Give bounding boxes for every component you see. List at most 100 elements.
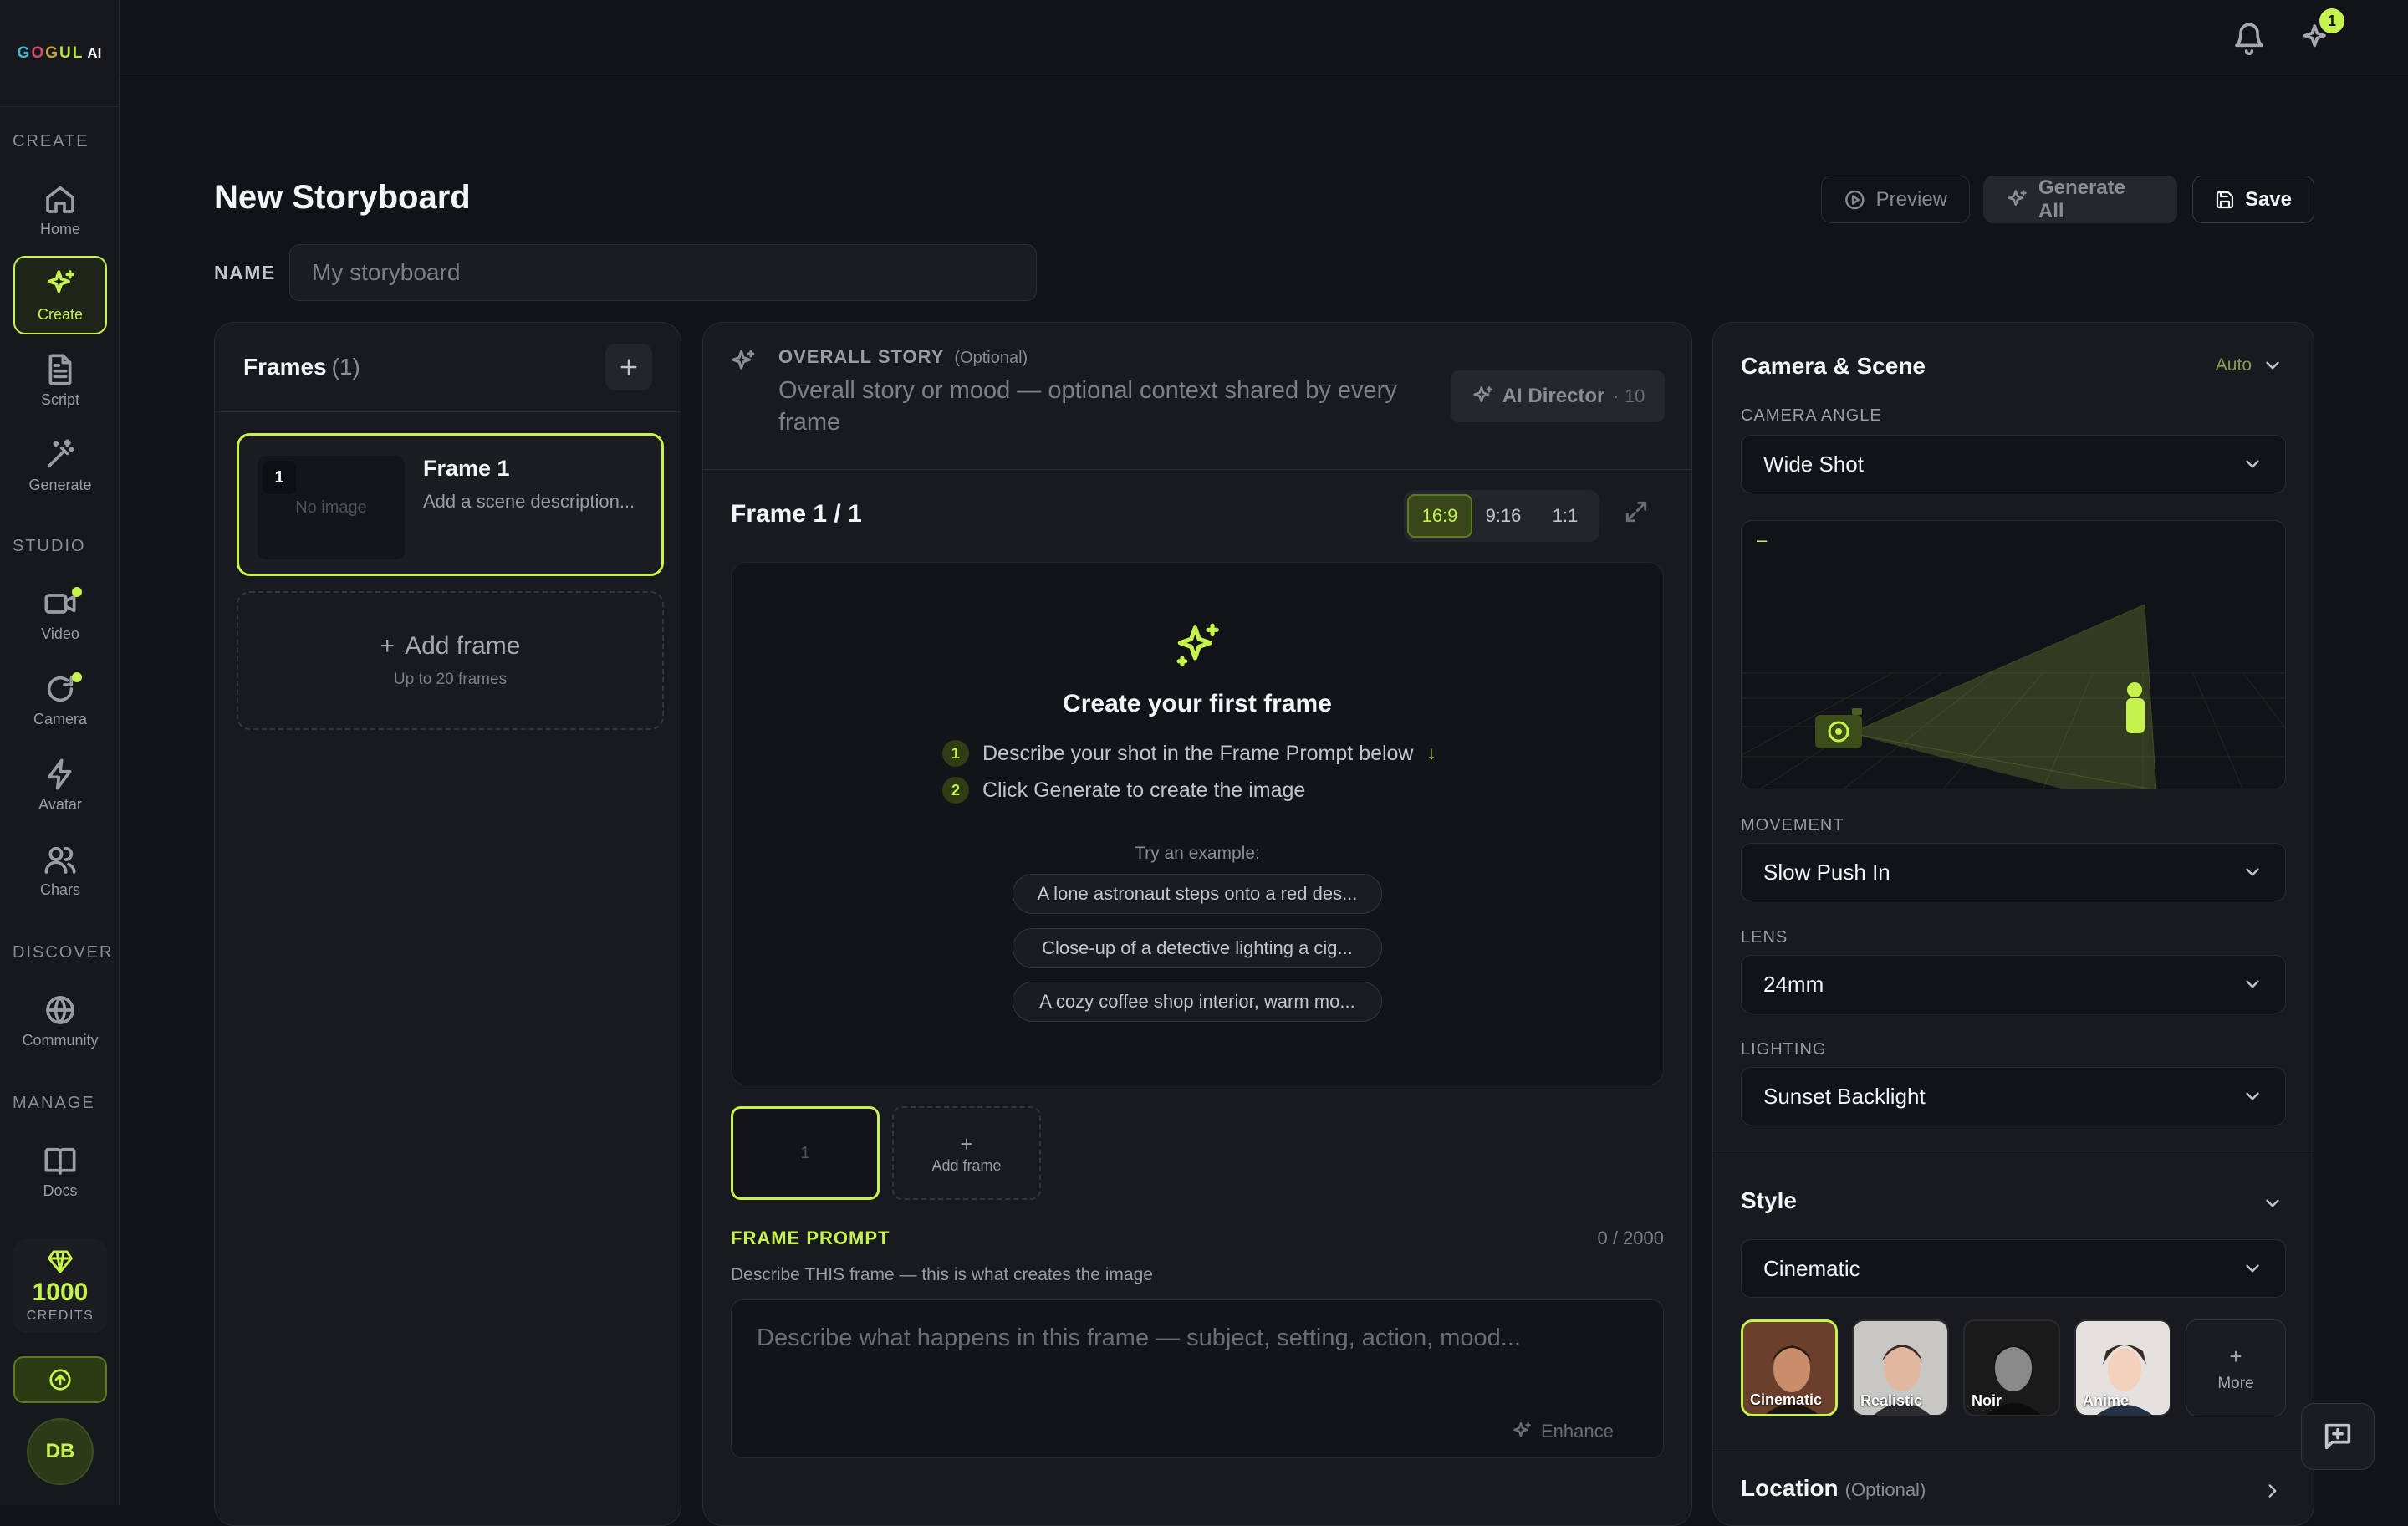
- sidebar-item-community[interactable]: Community: [13, 982, 107, 1060]
- enhance-button[interactable]: Enhance: [1511, 1415, 1614, 1448]
- style-select[interactable]: Cinematic: [1741, 1239, 2286, 1298]
- users-icon: [44, 846, 76, 874]
- sidebar-item-chars[interactable]: Chars: [13, 831, 107, 910]
- feedback-chat-button[interactable]: [2301, 1403, 2375, 1470]
- sidebar-item-docs[interactable]: Docs: [13, 1132, 107, 1211]
- story-optional: (Optional): [954, 349, 1028, 367]
- style-preset-realistic[interactable]: Realistic: [1852, 1319, 1949, 1416]
- sidebar-item-label: Home: [39, 220, 80, 237]
- sidebar-item-label: Create: [37, 305, 84, 323]
- style-preset-cinematic[interactable]: Cinematic: [1741, 1319, 1838, 1416]
- style-more-button[interactable]: + More: [2186, 1319, 2286, 1416]
- ai-director-button[interactable]: AI Director · 10: [1451, 370, 1665, 422]
- step-1: 1 Describe your shot in the Frame Prompt…: [942, 740, 1436, 767]
- frame-card[interactable]: No image 1 Frame 1 Add a scene descripti…: [237, 433, 664, 576]
- ratio-1-1[interactable]: 1:1: [1534, 494, 1596, 538]
- section-manage: MANAGE: [13, 1094, 95, 1112]
- location-expand-toggle[interactable]: [2262, 1480, 2283, 1502]
- camera-auto-toggle[interactable]: Auto: [2216, 355, 2283, 376]
- lens-select[interactable]: 24mm: [1741, 955, 2286, 1013]
- add-frame-dropzone[interactable]: + Add frame Up to 20 frames: [237, 591, 664, 730]
- upgrade-button[interactable]: [13, 1356, 107, 1403]
- ai-updates-button[interactable]: 1: [2299, 8, 2344, 55]
- sparkle-icon: [47, 269, 74, 293]
- step-2: 2 Click Generate to create the image: [942, 777, 1305, 804]
- arrow-up-circle-icon: [49, 1369, 71, 1391]
- chat-plus-icon: [2324, 1423, 2351, 1450]
- frame-strip-thumb[interactable]: 1: [731, 1106, 880, 1200]
- sidebar-item-avatar[interactable]: Avatar: [13, 746, 107, 824]
- ratio-9-16[interactable]: 9:16: [1472, 494, 1534, 538]
- ratio-16-9[interactable]: 16:9: [1407, 494, 1472, 538]
- lens-label: LENS: [1741, 928, 1788, 947]
- sidebar-item-home[interactable]: Home: [13, 171, 107, 249]
- user-avatar[interactable]: DB: [27, 1418, 94, 1485]
- credits-widget[interactable]: 1000 CREDITS: [13, 1239, 107, 1333]
- section-create: CREATE: [13, 132, 89, 151]
- movement-select[interactable]: Slow Push In: [1741, 843, 2286, 901]
- logo-letter: L: [72, 43, 84, 62]
- play-circle-icon: [1845, 190, 1865, 209]
- sidebar-item-camera[interactable]: Camera: [13, 661, 107, 739]
- frame-canvas[interactable]: Create your first frame 1 Describe your …: [731, 562, 1664, 1085]
- step-text: Describe your shot in the Frame Prompt b…: [982, 741, 1414, 765]
- frame-strip-add[interactable]: + Add frame: [892, 1106, 1041, 1200]
- plus-icon: +: [380, 632, 395, 660]
- home-icon: [46, 186, 74, 213]
- camera-angle-select[interactable]: Wide Shot: [1741, 435, 2286, 493]
- frames-header: Frames (1): [215, 323, 681, 412]
- add-frame-label: Add frame: [405, 632, 521, 660]
- storyboard-name-input[interactable]: [289, 244, 1037, 301]
- sidebar-item-script[interactable]: Script: [13, 341, 107, 420]
- app-logo[interactable]: G O G U L AI: [0, 0, 119, 107]
- sidebar-item-video[interactable]: Video: [13, 575, 107, 654]
- camera-scene-panel: Camera & Scene Auto CAMERA ANGLE Wide Sh…: [1712, 322, 2314, 1526]
- step-number: 2: [942, 777, 969, 804]
- lighting-select[interactable]: Sunset Backlight: [1741, 1067, 2286, 1125]
- style-preset-noir[interactable]: Noir: [1963, 1319, 2060, 1416]
- subject-figure: [2127, 682, 2142, 697]
- style-collapse-toggle[interactable]: [2262, 1192, 2283, 1214]
- topbar: 1: [120, 0, 2408, 79]
- ai-director-cost: · 10: [1613, 385, 1645, 406]
- save-button[interactable]: Save: [2192, 176, 2314, 223]
- name-label: NAME: [214, 262, 276, 283]
- viz-marker: –: [1757, 529, 1768, 550]
- aspect-ratio-selector: 16:9 9:16 1:1: [1404, 490, 1599, 542]
- add-frame-button[interactable]: [605, 344, 652, 390]
- credits-value: 1000: [32, 1278, 89, 1306]
- lens-value: 24mm: [1763, 971, 1824, 997]
- chevron-down-icon: [2246, 1092, 2259, 1100]
- example-chip[interactable]: Close-up of a detective lighting a cig..…: [1013, 928, 1382, 968]
- frame-number-badge: 1: [263, 461, 296, 494]
- generate-all-button[interactable]: Generate All: [1983, 176, 2177, 223]
- sidebar-item-label: Video: [41, 625, 79, 642]
- preview-label: Preview: [1875, 187, 1947, 211]
- preset-label: Cinematic: [1750, 1391, 1823, 1408]
- sidebar-item-label: Community: [22, 1031, 99, 1049]
- more-label: More: [2217, 1374, 2254, 1392]
- sidebar-item-label: Chars: [39, 880, 80, 898]
- style-preset-anime[interactable]: Anime: [2074, 1319, 2171, 1416]
- overall-story-input[interactable]: Overall story or mood — optional context…: [778, 375, 1431, 438]
- logo-letter: U: [59, 43, 73, 62]
- preview-button[interactable]: Preview: [1821, 176, 1970, 223]
- bolt-icon: [47, 758, 72, 789]
- logo-letter: O: [31, 43, 46, 62]
- expand-button[interactable]: [1623, 498, 1650, 525]
- sidebar-item-generate[interactable]: Generate: [13, 426, 107, 505]
- ai-director-label: AI Director: [1502, 385, 1605, 407]
- example-chip[interactable]: A cozy coffee shop interior, warm mo...: [1013, 982, 1382, 1022]
- chevron-down-icon: [2266, 1199, 2279, 1207]
- sidebar: G O G U L AI CREATE Home Create Script Genera…: [0, 0, 120, 1505]
- camera-preview-visualization: –: [1741, 520, 2286, 789]
- plus-icon: [620, 359, 637, 375]
- camera-scene-diagram: –: [1742, 529, 2285, 789]
- step-number: 1: [942, 740, 969, 767]
- example-chip[interactable]: A lone astronaut steps onto a red des...: [1013, 874, 1382, 914]
- sidebar-item-create[interactable]: Create: [13, 256, 107, 334]
- chevron-down-icon: [2246, 868, 2259, 876]
- save-label: Save: [2244, 187, 2292, 211]
- notifications-button[interactable]: [2232, 22, 2266, 55]
- location-title[interactable]: Location (Optional): [1741, 1475, 1926, 1502]
